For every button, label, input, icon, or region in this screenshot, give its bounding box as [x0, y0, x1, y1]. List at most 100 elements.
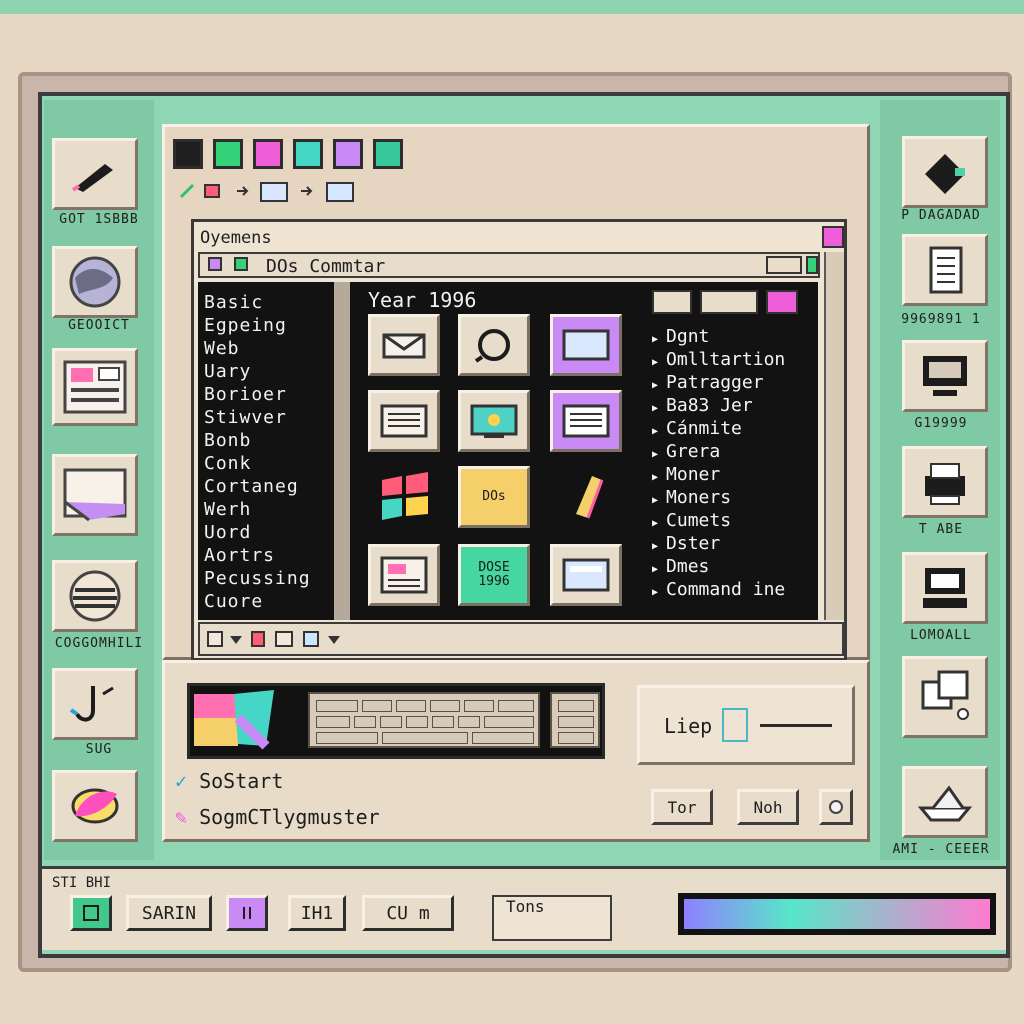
menu-item[interactable]: Uary — [204, 361, 251, 382]
right-list-item[interactable]: Cumets — [652, 510, 731, 531]
right-list-item[interactable]: Command ine — [652, 579, 785, 600]
right-list-item[interactable]: Grera — [652, 441, 720, 462]
left-tile-3[interactable] — [52, 348, 138, 426]
view-button-2[interactable] — [700, 290, 758, 314]
color-button-mint[interactable] — [373, 139, 403, 169]
left-tile-5[interactable] — [52, 560, 138, 632]
right-list-item[interactable]: Omlltartion — [652, 349, 785, 370]
key[interactable] — [558, 732, 594, 744]
menu-item[interactable]: Aortrs — [204, 545, 275, 566]
app-tile-dos[interactable]: DOs — [458, 466, 530, 528]
app-tile-screen[interactable] — [458, 390, 530, 452]
right-list-item[interactable]: Dster — [652, 533, 720, 554]
dos-bar-green-button[interactable] — [806, 256, 818, 274]
spacebar-key[interactable] — [382, 732, 468, 744]
key[interactable] — [484, 716, 534, 728]
key[interactable] — [558, 716, 594, 728]
right-list-item[interactable]: Moner — [652, 464, 720, 485]
key[interactable] — [458, 716, 480, 728]
key[interactable] — [396, 700, 426, 712]
round-button[interactable] — [819, 789, 853, 825]
input-field[interactable] — [722, 708, 748, 742]
vertical-scrollbar[interactable] — [824, 252, 844, 620]
right-list-item[interactable]: Dmes — [652, 556, 709, 577]
start-row-2[interactable]: ✎ SogmCTlygmuster — [175, 805, 380, 829]
start-row-1[interactable]: ✓ SoStart — [175, 769, 283, 793]
right-list-item[interactable]: Moners — [652, 487, 731, 508]
right-tile-3[interactable] — [902, 340, 988, 412]
right-list-item[interactable]: Dgnt — [652, 326, 709, 347]
right-tile-2[interactable] — [902, 234, 988, 306]
menu-item[interactable]: Web — [204, 338, 240, 359]
key[interactable] — [380, 716, 402, 728]
app-tile-file[interactable] — [550, 466, 622, 528]
menu-item[interactable]: Egpeing — [204, 315, 287, 336]
right-tile-7[interactable] — [902, 766, 988, 838]
left-tile-4[interactable] — [52, 454, 138, 536]
taskbar-button-1[interactable]: SARIN — [126, 895, 212, 931]
left-tile-1[interactable] — [52, 138, 138, 210]
key[interactable] — [472, 732, 534, 744]
app-tile-spreadsheet[interactable] — [368, 544, 440, 606]
app-tile-envelope[interactable] — [368, 314, 440, 376]
app-tile-notepad[interactable] — [550, 390, 622, 452]
tons-field[interactable]: Tons — [492, 895, 612, 941]
color-button-teal[interactable] — [293, 139, 323, 169]
computer-icon — [923, 568, 967, 608]
app-tile-windows-logo[interactable] — [368, 466, 440, 528]
left-tile-2[interactable] — [52, 246, 138, 318]
color-button-magenta[interactable] — [253, 139, 283, 169]
key[interactable] — [362, 700, 392, 712]
right-list-item[interactable]: Cánmite — [652, 418, 742, 439]
view-close-button[interactable] — [766, 290, 798, 314]
view-button-1[interactable] — [652, 290, 692, 314]
key[interactable] — [498, 700, 534, 712]
color-button-green[interactable] — [213, 139, 243, 169]
taskbar-violet-button[interactable] — [226, 895, 268, 931]
left-tile-7[interactable] — [52, 770, 138, 842]
dos-bar-icon-1 — [208, 257, 222, 271]
inner-close-button[interactable] — [822, 226, 844, 248]
taskbar-green-button[interactable] — [70, 895, 112, 931]
menu-item[interactable]: Stiwver — [204, 407, 287, 428]
right-list-item[interactable]: Patragger — [652, 372, 764, 393]
key[interactable] — [316, 700, 358, 712]
right-list-item[interactable]: Ba83 Jer — [652, 395, 753, 416]
keypad[interactable] — [550, 692, 600, 748]
taskbar-button-3[interactable]: CU m — [362, 895, 454, 931]
menu-item[interactable]: Conk — [204, 453, 251, 474]
color-button-violet[interactable] — [333, 139, 363, 169]
menu-item[interactable]: Uord — [204, 522, 251, 543]
menu-item[interactable]: Pecussing — [204, 568, 311, 589]
key[interactable] — [558, 700, 594, 712]
right-tile-5[interactable] — [902, 552, 988, 624]
noh-button[interactable]: Noh — [737, 789, 799, 825]
menu-item[interactable]: Basic — [204, 292, 263, 313]
taskbar-button-2[interactable]: IH1 — [288, 895, 346, 931]
key[interactable] — [316, 732, 378, 744]
app-tile-window[interactable] — [550, 314, 622, 376]
dos-bar-grid-button[interactable] — [766, 256, 802, 274]
key[interactable] — [354, 716, 376, 728]
app-tile-loop[interactable] — [458, 314, 530, 376]
right-tile-1[interactable] — [902, 136, 988, 208]
menu-item[interactable]: Werh — [204, 499, 251, 520]
app-tile-terminal[interactable] — [550, 544, 622, 606]
menu-item[interactable]: Cuore — [204, 591, 263, 612]
key[interactable] — [316, 716, 350, 728]
key[interactable] — [430, 700, 460, 712]
key[interactable] — [464, 700, 494, 712]
left-tile-6[interactable] — [52, 668, 138, 740]
keyboard[interactable] — [308, 692, 540, 748]
color-button-black[interactable] — [173, 139, 203, 169]
menu-item[interactable]: Borioer — [204, 384, 287, 405]
key[interactable] — [432, 716, 454, 728]
menu-item[interactable]: Cortaneg — [204, 476, 299, 497]
tor-button[interactable]: Tor — [651, 789, 713, 825]
app-tile-dos-badge[interactable]: DOSE 1996 — [458, 544, 530, 606]
right-tile-4[interactable] — [902, 446, 988, 518]
right-tile-6[interactable] — [902, 656, 988, 738]
menu-item[interactable]: Bonb — [204, 430, 251, 451]
app-tile-lines[interactable] — [368, 390, 440, 452]
key[interactable] — [406, 716, 428, 728]
